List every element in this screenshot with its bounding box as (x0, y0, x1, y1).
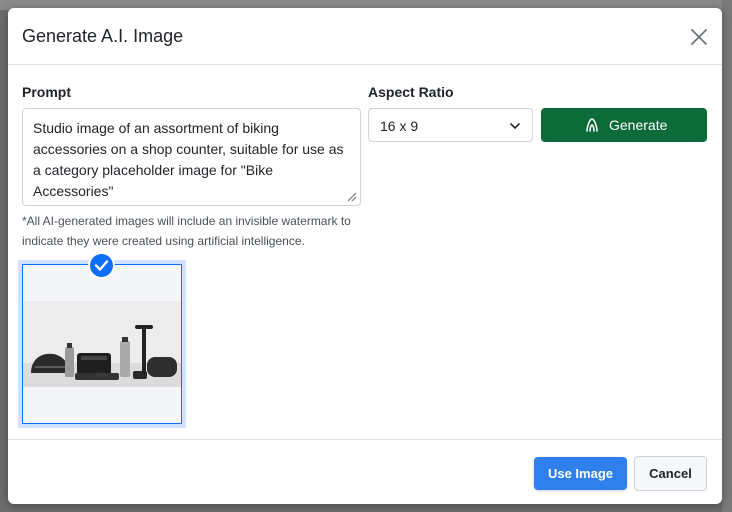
page-backdrop-right (722, 0, 732, 512)
selected-check-icon (88, 252, 115, 279)
aspect-ratio-label: Aspect Ratio (368, 84, 454, 100)
aspect-ratio-select[interactable]: 16 x 9 (368, 108, 533, 142)
use-image-button[interactable]: Use Image (534, 457, 627, 490)
chevron-down-icon (509, 120, 521, 132)
close-icon (688, 26, 710, 48)
modal-header: Generate A.I. Image (8, 8, 722, 65)
generated-image-frame (22, 264, 182, 424)
prompt-label: Prompt (22, 84, 71, 100)
generate-button[interactable]: Generate (541, 108, 707, 142)
generated-image-card[interactable] (18, 260, 186, 428)
modal-footer: Use Image Cancel (8, 439, 722, 504)
prompt-text: Studio image of an assortment of biking … (33, 120, 344, 199)
bike-accessories-thumbnail (23, 301, 181, 387)
generate-label: Generate (609, 117, 668, 133)
close-button[interactable] (688, 26, 710, 48)
watermark-hint: *All AI-generated images will include an… (22, 214, 351, 248)
ai-sparkle-icon (584, 117, 600, 133)
cancel-button[interactable]: Cancel (634, 456, 707, 491)
aspect-ratio-value: 16 x 9 (380, 118, 419, 134)
resize-handle-icon[interactable] (345, 190, 357, 202)
modal-title: Generate A.I. Image (22, 26, 184, 46)
generate-image-dialog: Generate A.I. Image Prompt Aspect Ratio … (8, 8, 722, 504)
prompt-textarea[interactable]: Studio image of an assortment of biking … (22, 108, 361, 206)
